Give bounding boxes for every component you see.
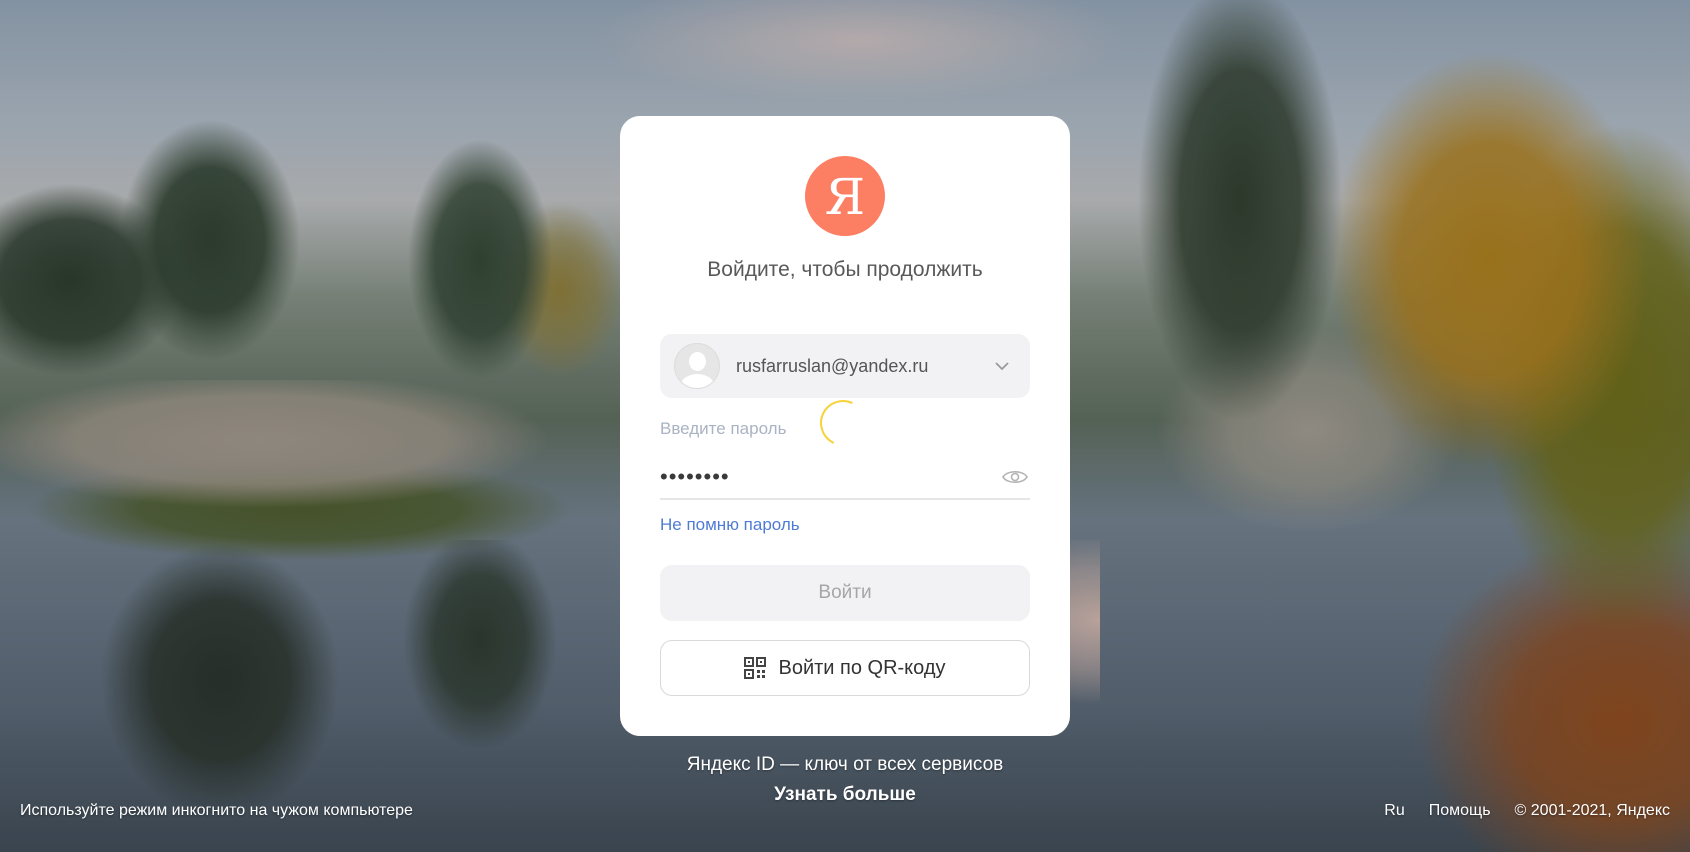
- language-switch[interactable]: Ru: [1384, 802, 1404, 820]
- login-button[interactable]: Войти: [660, 565, 1030, 621]
- password-input[interactable]: ••••••••: [660, 464, 1000, 490]
- password-field[interactable]: ••••••••: [660, 456, 1030, 500]
- help-link[interactable]: Помощь: [1429, 802, 1491, 820]
- incognito-hint: Используйте режим инкогнито на чужом ком…: [20, 802, 413, 819]
- yandex-logo-icon: Я: [805, 156, 885, 236]
- qr-login-button[interactable]: Войти по QR-коду: [660, 640, 1030, 696]
- promo-text: Яндекс ID — ключ от всех сервисов: [686, 754, 1004, 775]
- copyright: © 2001-2021, Яндекс: [1514, 802, 1670, 819]
- password-label: Введите пароль: [660, 419, 787, 438]
- chevron-down-icon[interactable]: [984, 348, 1020, 384]
- forgot-password-link[interactable]: Не помню пароль: [660, 515, 800, 535]
- logo-glyph: Я: [824, 168, 866, 226]
- account-login: rusfarruslan@yandex.ru: [736, 355, 929, 376]
- account-selector[interactable]: rusfarruslan@yandex.ru: [660, 334, 1030, 398]
- footer-links: Ru Помощь © 2001-2021, Яндекс: [1384, 802, 1670, 820]
- eye-icon[interactable]: [1000, 462, 1030, 492]
- qr-code-icon: [744, 657, 767, 679]
- user-avatar-icon: [674, 343, 720, 389]
- qr-login-label: Войти по QR-коду: [778, 656, 946, 679]
- loading-spinner-icon: [813, 393, 873, 453]
- page-title: Войдите, чтобы продолжить: [707, 258, 983, 281]
- login-card: Я Войдите, чтобы продолжить rusfarruslan…: [620, 116, 1070, 736]
